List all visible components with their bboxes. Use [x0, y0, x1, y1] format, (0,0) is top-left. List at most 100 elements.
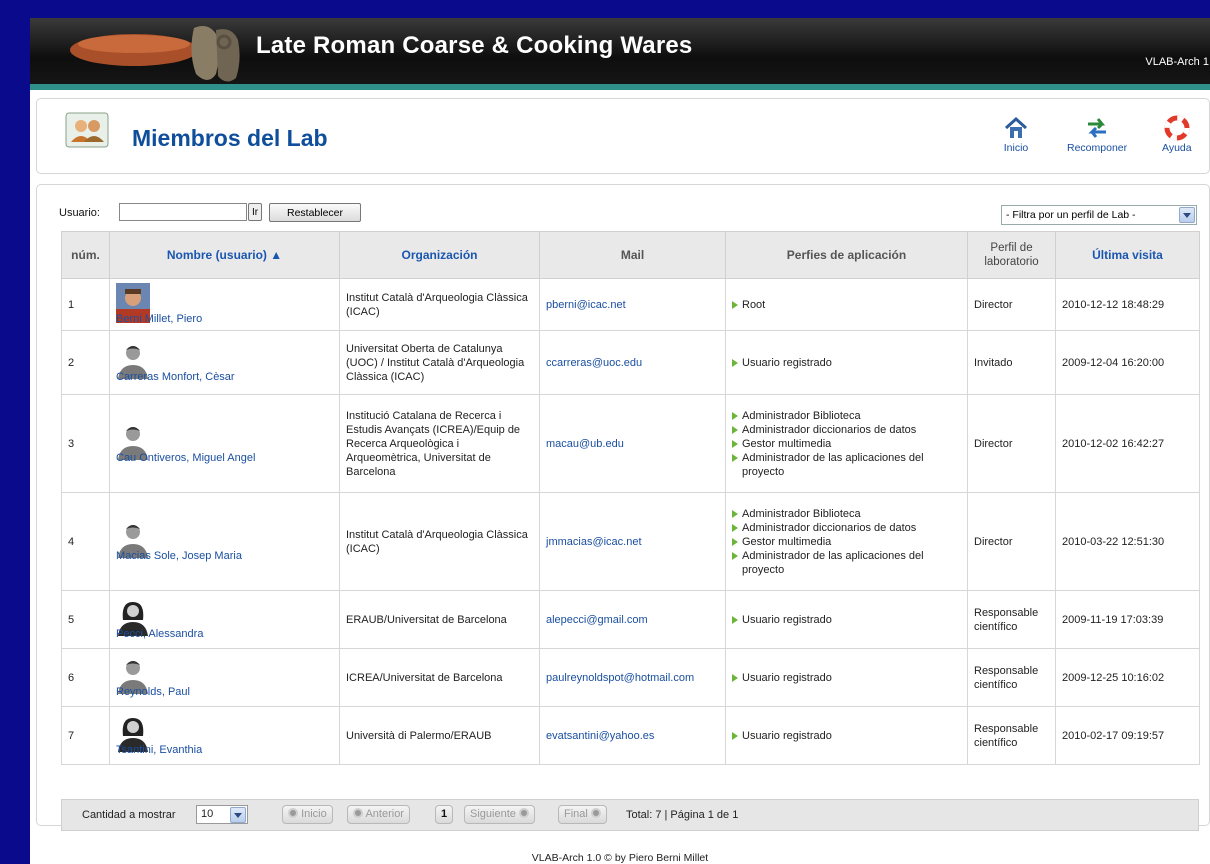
member-name-cell: Carreras Monfort, Cèsar	[109, 330, 340, 395]
mail-link[interactable]: evatsantini@yahoo.es	[546, 730, 654, 742]
prev-page-button[interactable]: Anterior	[347, 805, 410, 824]
member-name-link[interactable]: Tsantini, Evanthia	[116, 743, 202, 757]
member-name-link[interactable]: Carreras Monfort, Cèsar	[116, 370, 235, 384]
go-button[interactable]: Ir	[248, 203, 262, 221]
page-size-select[interactable]: 10	[196, 805, 248, 824]
page-heading-panel: Miembros del Lab Inicio Recomponer Ayuda	[36, 98, 1210, 174]
last-visit-cell: 2010-03-22 12:51:30	[1055, 492, 1200, 591]
profile-item: Administrador de las aplicaciones del pr…	[732, 549, 961, 577]
first-page-button[interactable]: Inicio	[282, 805, 333, 824]
inicio-label: Inicio	[1003, 142, 1029, 154]
circle-icon	[590, 808, 601, 818]
last-visit-cell: 2009-11-19 17:03:39	[1055, 590, 1200, 649]
mail-cell: ccarreras@uoc.edu	[539, 330, 726, 395]
last-visit-cell: 2010-02-17 09:19:57	[1055, 706, 1200, 765]
recomponer-button[interactable]: Recomponer	[1067, 115, 1127, 154]
table-row: 6 Reynolds, Paul ICREA/Universitat de Barc…	[61, 648, 1200, 707]
col-header-num: núm.	[61, 231, 110, 279]
app-window: Late Roman Coarse & Cooking Wares VLAB-A…	[30, 18, 1210, 864]
circle-icon	[353, 808, 363, 818]
page-title: Miembros del Lab	[132, 125, 328, 151]
organization-cell: ERAUB/Universitat de Barcelona	[339, 590, 540, 649]
lab-profile-cell: Responsable científico	[967, 706, 1056, 765]
recomponer-label: Recomponer	[1067, 142, 1128, 154]
current-page-button[interactable]: 1	[435, 805, 454, 824]
member-name-cell: Macias Sole, Josep Maria	[109, 492, 340, 591]
profiles-cell: Usuario registrado	[725, 706, 968, 765]
member-name-link[interactable]: Berni Millet, Piero	[116, 312, 202, 326]
circle-icon	[288, 808, 298, 818]
last-page-label: Final	[564, 808, 588, 820]
table-header-row: núm. Nombre (usuario) ▲ Organización Mai…	[61, 231, 1200, 279]
app-header: Late Roman Coarse & Cooking Wares VLAB-A…	[30, 18, 1210, 90]
member-name-link[interactable]: Cau Ontiveros, Miguel Angel	[116, 451, 255, 465]
mail-link[interactable]: paulreynoldspot@hotmail.com	[546, 672, 694, 684]
col-header-profiles: Perfies de aplicación	[725, 231, 968, 279]
profile-item: Gestor multimedia	[732, 535, 961, 549]
circle-icon	[518, 808, 529, 818]
row-number: 4	[61, 492, 110, 591]
home-icon	[1004, 116, 1028, 138]
lab-profile-cell: Responsable científico	[967, 648, 1056, 707]
inicio-button[interactable]: Inicio	[1003, 115, 1029, 154]
mail-link[interactable]: alepecci@gmail.com	[546, 614, 648, 626]
organization-cell: Università di Palermo/ERAUB	[339, 706, 540, 765]
app-title: Late Roman Coarse & Cooking Wares	[256, 32, 693, 59]
lifebuoy-help-icon	[1164, 115, 1190, 141]
profile-item: Root	[732, 298, 961, 312]
table-row: 3 Cau Ontiveros, Miguel Angel Institució C…	[61, 394, 1200, 493]
page-footer: VLAB-Arch 1.0 © by Piero Berni Millet	[531, 852, 709, 864]
organization-cell: Institució Catalana de Recerca i Estudis…	[339, 394, 540, 493]
member-name-link[interactable]: Pecci, Alessandra	[116, 627, 203, 641]
lab-profile-filter-select[interactable]: - Filtra por un perfil de Lab -	[1001, 205, 1197, 225]
mail-link[interactable]: jmmacias@icac.net	[546, 536, 642, 548]
refresh-arrows-icon	[1088, 118, 1107, 138]
row-number: 7	[61, 706, 110, 765]
col-header-last-visit[interactable]: Última visita	[1055, 231, 1200, 279]
last-visit-cell: 2009-12-25 10:16:02	[1055, 648, 1200, 707]
user-filter-label: Usuario:	[59, 207, 100, 219]
pagination-summary: Total: 7 | Página 1 de 1	[626, 809, 739, 821]
table-row: 1 Berni Millet, Piero Institut Català d'Ar…	[61, 278, 1200, 331]
mail-link[interactable]: pberni@icac.net	[546, 299, 626, 311]
mail-cell: evatsantini@yahoo.es	[539, 706, 726, 765]
row-number: 1	[61, 278, 110, 331]
profile-item: Administrador Biblioteca	[732, 507, 961, 521]
row-number: 3	[61, 394, 110, 493]
table-row: 2 Carreras Monfort, Cèsar Universitat Ober…	[61, 330, 1200, 395]
profile-item: Administrador de las aplicaciones del pr…	[732, 451, 961, 479]
row-number: 6	[61, 648, 110, 707]
col-header-org[interactable]: Organización	[339, 231, 540, 279]
mail-cell: macau@ub.edu	[539, 394, 726, 493]
lab-profile-cell: Invitado	[967, 330, 1056, 395]
lab-profile-cell: Director	[967, 492, 1056, 591]
col-header-name[interactable]: Nombre (usuario) ▲	[109, 231, 340, 279]
mail-link[interactable]: ccarreras@uoc.edu	[546, 357, 642, 369]
profile-item: Administrador diccionarios de datos	[732, 423, 961, 437]
reset-button[interactable]: Restablecer	[269, 203, 361, 222]
next-page-button[interactable]: Siguiente	[464, 805, 535, 824]
ayuda-label: Ayuda	[1162, 142, 1192, 154]
mail-link[interactable]: macau@ub.edu	[546, 438, 624, 450]
organization-cell: ICREA/Universitat de Barcelona	[339, 648, 540, 707]
prev-page-label: Anterior	[365, 808, 404, 820]
table-row: 5 Pecci, Alessandra ERAUB/Universitat de B…	[61, 590, 1200, 649]
last-visit-cell: 2009-12-04 16:20:00	[1055, 330, 1200, 395]
profile-item: Usuario registrado	[732, 356, 961, 370]
table-row: 4 Macias Sole, Josep Maria Institut Català…	[61, 492, 1200, 591]
lab-profile-filter-value: - Filtra por un perfil de Lab -	[1006, 209, 1136, 221]
amphora-logo-icon	[70, 26, 240, 82]
user-search-input[interactable]	[119, 203, 247, 221]
profiles-cell: Usuario registrado	[725, 330, 968, 395]
page-size-label: Cantidad a mostrar	[82, 809, 176, 821]
organization-cell: Universitat Oberta de Catalunya (UOC) / …	[339, 330, 540, 395]
page-size-value: 10	[201, 808, 214, 820]
ayuda-button[interactable]: Ayuda	[1162, 115, 1192, 154]
mail-cell: alepecci@gmail.com	[539, 590, 726, 649]
last-page-button[interactable]: Final	[558, 805, 607, 824]
profile-item: Usuario registrado	[732, 671, 961, 685]
row-number: 5	[61, 590, 110, 649]
member-name-link[interactable]: Reynolds, Paul	[116, 685, 190, 699]
member-name-link[interactable]: Macias Sole, Josep Maria	[116, 549, 242, 563]
organization-cell: Institut Català d'Arqueologia Clàssica (…	[339, 278, 540, 331]
